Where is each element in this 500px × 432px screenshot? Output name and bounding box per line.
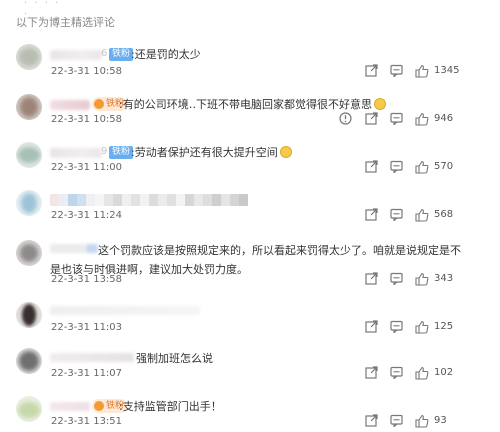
like-count: 125 <box>434 321 454 332</box>
username-suffix: 9 <box>101 146 108 157</box>
comment-time: 22-3-31 11:00 <box>51 162 123 173</box>
like-count: 568 <box>434 209 454 220</box>
comment-time: 22-3-31 11:03 <box>51 322 123 333</box>
avatar[interactable] <box>16 240 42 266</box>
comment-icon[interactable] <box>389 112 403 126</box>
like-count: 102 <box>434 367 454 378</box>
emoji-icon <box>374 98 387 110</box>
share-icon[interactable] <box>364 112 378 126</box>
comment-text-redacted <box>50 306 200 315</box>
comment-time: 22-3-31 11:07 <box>51 368 123 379</box>
username-redacted[interactable] <box>50 148 102 158</box>
avatar[interactable] <box>16 302 42 328</box>
share-icon[interactable] <box>364 272 378 286</box>
comment-time: 22-3-31 13:51 <box>51 416 123 427</box>
comment-text: :劳动者保护还有很大提升空间 <box>131 145 292 161</box>
comment-text-body: :有的公司环境‥下班不带电脑回家都觉得很不好意思 <box>119 98 373 111</box>
comment-time: 22-3-31 10:58 <box>51 66 123 77</box>
comment-actions: 93 <box>362 414 492 430</box>
comment-time: 22-3-31 11:24 <box>51 210 123 221</box>
comment-item: 铁粉 :有的公司环境‥下班不带电脑回家都觉得很不好意思 22-3-31 10:5… <box>0 94 500 148</box>
comment-icon[interactable] <box>389 320 403 334</box>
share-icon[interactable] <box>364 160 378 174</box>
thumbs-up-icon[interactable] <box>415 414 429 428</box>
avatar[interactable] <box>16 348 42 374</box>
avatar[interactable] <box>16 190 42 216</box>
avatar[interactable] <box>16 44 42 70</box>
section-header: 以下为博主精选评论 <box>16 16 115 29</box>
thumbs-up-icon[interactable] <box>415 272 429 286</box>
thumbs-up-icon[interactable] <box>415 320 429 334</box>
comment-text-body: :劳动者保护还有很大提升空间 <box>131 146 278 159</box>
thumbs-up-icon[interactable] <box>415 208 429 222</box>
comment-actions: 343 <box>362 272 492 288</box>
like-count: 1345 <box>434 65 460 76</box>
comment-time: 22-3-31 10:58 <box>51 114 123 125</box>
username-redacted[interactable] <box>50 353 134 362</box>
like-count: 570 <box>434 161 454 172</box>
comment-item: 强制加班怎么说 22-3-31 11:07 102 <box>0 348 500 402</box>
comment-actions: 570 <box>362 160 492 176</box>
thumbs-up-icon[interactable] <box>415 112 429 126</box>
like-count: 93 <box>434 415 447 426</box>
emoji-icon <box>279 146 292 158</box>
comment-actions: 568 <box>362 208 492 224</box>
comment-text-redacted <box>50 194 248 206</box>
comment-text: :还是罚的太少 <box>131 48 201 61</box>
comment-item: 这个罚款应该是按照规定来的，所以看起来罚得太少了。咱就是说规定是不是也该与时俱进… <box>0 240 500 294</box>
avatar[interactable] <box>16 142 42 168</box>
comment-actions: 946 <box>338 112 492 128</box>
thumbs-up-icon[interactable] <box>415 64 429 78</box>
share-icon[interactable] <box>364 64 378 78</box>
share-icon[interactable] <box>364 208 378 222</box>
comment-icon[interactable] <box>389 414 403 428</box>
avatar[interactable] <box>16 396 42 422</box>
comment-icon[interactable] <box>389 366 403 380</box>
comment-text: :支持监管部门出手！ <box>119 400 222 413</box>
comment-icon[interactable] <box>389 272 403 286</box>
username-redacted[interactable] <box>50 50 102 60</box>
comment-text: :有的公司环境‥下班不带电脑回家都觉得很不好意思 <box>119 97 387 113</box>
like-count: 343 <box>434 273 454 284</box>
comment-actions: 102 <box>362 366 492 382</box>
comment-icon[interactable] <box>389 64 403 78</box>
share-icon[interactable] <box>364 320 378 334</box>
comment-item: 22-3-31 11:24 568 <box>0 190 500 244</box>
comment-item: 9 铁粉 :劳动者保护还有很大提升空间 22-3-31 11:00 570 <box>0 142 500 196</box>
comment-item: 6 铁粉 :还是罚的太少 22-3-31 10:58 1345 <box>0 44 500 98</box>
comment-actions: 1345 <box>362 64 492 80</box>
fan-badge: 铁粉 <box>109 146 134 159</box>
username-suffix: 6 <box>101 48 108 59</box>
thumbs-up-icon[interactable] <box>415 160 429 174</box>
thumbs-up-icon[interactable] <box>415 366 429 380</box>
comment-icon[interactable] <box>389 160 403 174</box>
comment-item: 铁粉 :支持监管部门出手！ 22-3-31 13:51 93 <box>0 396 500 432</box>
comment-icon[interactable] <box>389 208 403 222</box>
like-count: 946 <box>434 113 454 124</box>
username-redacted[interactable] <box>50 100 90 110</box>
report-icon[interactable] <box>338 112 352 126</box>
comment-text: 强制加班怎么说 <box>136 352 213 365</box>
fan-badge: 铁粉 <box>109 48 134 61</box>
avatar[interactable] <box>16 94 42 120</box>
share-icon[interactable] <box>364 366 378 380</box>
username-redacted[interactable] <box>50 402 90 411</box>
comment-time: 22-3-31 13:58 <box>51 274 123 285</box>
share-icon[interactable] <box>364 414 378 428</box>
comment-actions: 125 <box>362 320 492 336</box>
truncated-text: · · · · · <box>24 0 61 20</box>
